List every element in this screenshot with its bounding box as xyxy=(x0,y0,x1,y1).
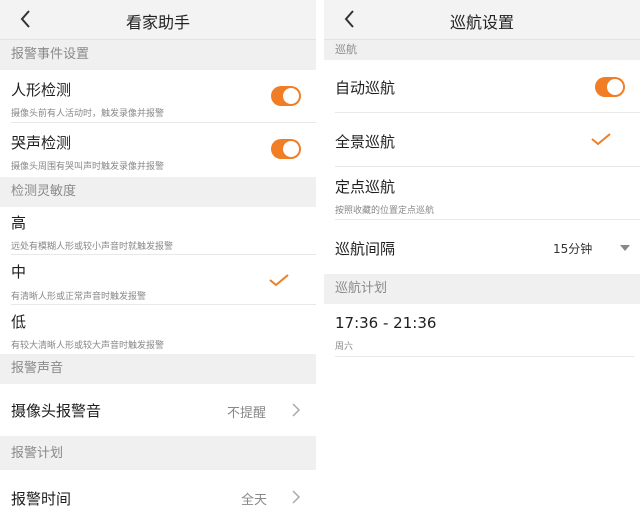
section-header-alarm-sound: 报警声音 xyxy=(0,354,316,384)
section-header-alarm-events: 报警事件设置 xyxy=(0,40,316,70)
sensitivity-option-desc: 远处有模糊人形或较小声音时就触发报警 xyxy=(11,242,174,252)
human-detection-title: 人形检测 xyxy=(11,81,72,99)
cruise-interval-title: 巡航间隔 xyxy=(335,240,396,258)
auto-cruise-row: 自动巡航 xyxy=(324,60,640,113)
panoramic-cruise-row[interactable]: 全景巡航 xyxy=(324,113,640,167)
cry-detection-desc: 摄像头周围有哭叫声时触发录像并报警 xyxy=(11,162,165,172)
dropdown-arrow-icon xyxy=(620,245,630,251)
cruise-interval-row[interactable]: 巡航间隔 15分钟 xyxy=(324,220,640,274)
sensitivity-option-title: 低 xyxy=(11,313,27,331)
alarm-time-value: 全天 xyxy=(241,493,268,508)
auto-cruise-title: 自动巡航 xyxy=(335,79,396,97)
panoramic-cruise-title: 全景巡航 xyxy=(335,133,396,151)
back-arrow-icon[interactable] xyxy=(338,6,362,32)
fixed-point-cruise-title: 定点巡航 xyxy=(335,178,396,196)
cruise-interval-value: 15分钟 xyxy=(553,242,593,256)
cry-detection-title: 哭声检测 xyxy=(11,134,72,152)
divider xyxy=(335,356,634,357)
page-title: 看家助手 xyxy=(125,13,190,32)
cruise-plan-item[interactable]: 17:36 - 21:36 周六 xyxy=(324,304,640,357)
sensitivity-option-low[interactable]: 低 有较大清晰人形或较大声音时触发报警 xyxy=(0,305,316,354)
sensitivity-option-medium[interactable]: 中 有清晰人形或正常声音时触发报警 xyxy=(0,255,316,305)
alarm-time-title: 报警时间 xyxy=(11,490,72,508)
cruise-plan-days: 周六 xyxy=(335,342,354,352)
cry-detection-toggle[interactable] xyxy=(271,139,301,159)
cry-detection-row: 哭声检测 摄像头周围有哭叫声时触发录像并报警 xyxy=(0,123,316,177)
checkmark-icon xyxy=(269,274,289,287)
camera-alarm-sound-row[interactable]: 摄像头报警音 不提醒 xyxy=(0,384,316,436)
nav-bar: 看家助手 xyxy=(0,0,316,40)
sensitivity-option-title: 中 xyxy=(11,263,27,281)
section-header-cruise-plan: 巡航计划 xyxy=(324,274,640,304)
sensitivity-option-title: 高 xyxy=(11,214,27,232)
nav-bar: 巡航设置 xyxy=(324,0,640,40)
right-screen-cruise-settings: 巡航设置 巡航 自动巡航 全景巡航 定点巡航 按照收藏的位置定点巡航 巡航间隔 … xyxy=(324,0,640,510)
sensitivity-option-high[interactable]: 高 远处有模糊人形或较小声音时就触发报警 xyxy=(0,207,316,255)
fixed-point-cruise-desc: 按照收藏的位置定点巡航 xyxy=(335,206,435,216)
chevron-right-icon xyxy=(292,403,301,417)
cruise-plan-time: 17:36 - 21:36 xyxy=(335,314,437,332)
human-detection-row: 人形检测 摄像头前有人活动时，触发录像并报警 xyxy=(0,70,316,123)
section-header-sensitivity: 检测灵敏度 xyxy=(0,177,316,207)
section-header-alarm-plan: 报警计划 xyxy=(0,436,316,470)
human-detection-toggle[interactable] xyxy=(271,86,301,106)
toggle-knob xyxy=(283,141,299,157)
sensitivity-option-desc: 有较大清晰人形或较大声音时触发报警 xyxy=(11,341,165,351)
left-screen-watch-assistant: 看家助手 报警事件设置 人形检测 摄像头前有人活动时，触发录像并报警 哭声检测 … xyxy=(0,0,316,510)
toggle-knob xyxy=(607,79,623,95)
toggle-knob xyxy=(283,88,299,104)
fixed-point-cruise-row[interactable]: 定点巡航 按照收藏的位置定点巡航 xyxy=(324,167,640,220)
camera-alarm-sound-title: 摄像头报警音 xyxy=(11,402,102,420)
sensitivity-option-desc: 有清晰人形或正常声音时触发报警 xyxy=(11,292,147,302)
human-detection-desc: 摄像头前有人活动时，触发录像并报警 xyxy=(11,109,165,119)
auto-cruise-toggle[interactable] xyxy=(595,77,625,97)
alarm-time-row[interactable]: 报警时间 全天 xyxy=(0,470,316,510)
section-header-cruise: 巡航 xyxy=(324,40,640,60)
panel-gutter xyxy=(316,0,324,510)
chevron-right-icon xyxy=(292,490,301,504)
back-arrow-icon[interactable] xyxy=(14,6,38,32)
camera-alarm-sound-value: 不提醒 xyxy=(227,406,267,421)
checkmark-icon xyxy=(591,133,611,146)
page-title: 巡航设置 xyxy=(449,13,514,32)
